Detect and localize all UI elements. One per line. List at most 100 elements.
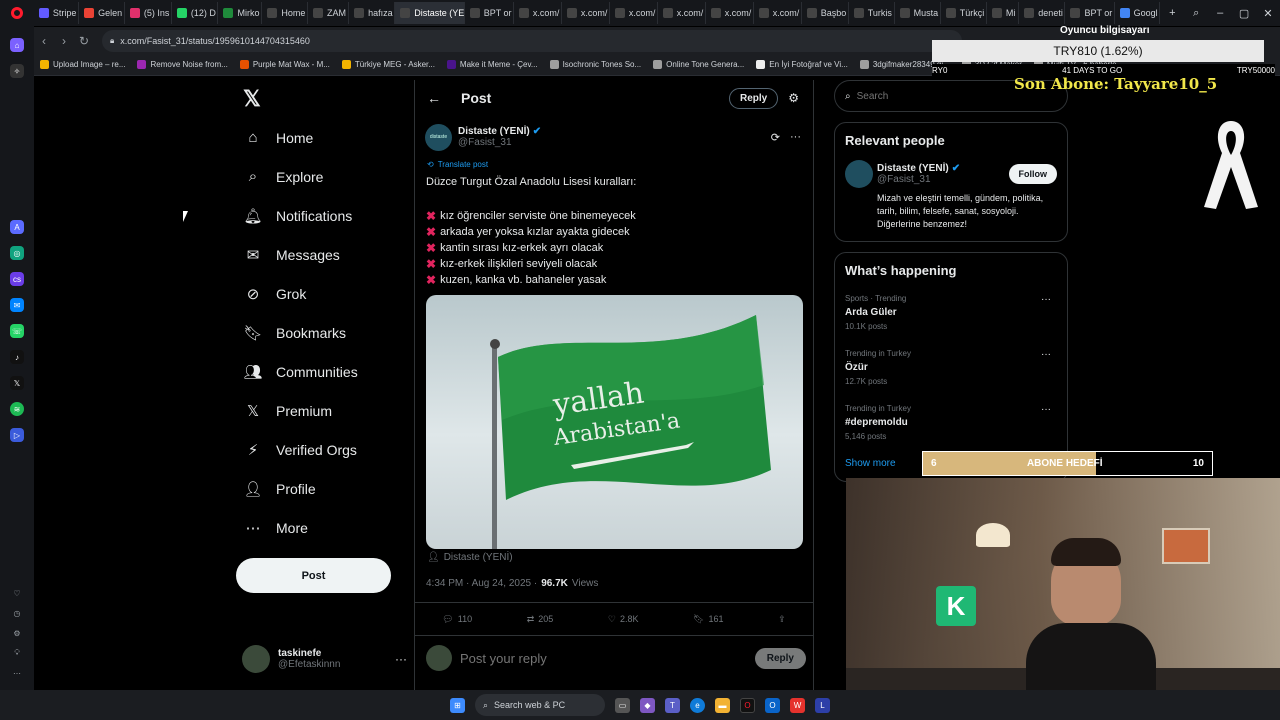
- tiktok-icon[interactable]: ♪: [10, 350, 24, 364]
- forward-icon[interactable]: ›: [54, 34, 74, 48]
- search-input[interactable]: [856, 90, 1037, 102]
- history-icon[interactable]: ◷: [10, 606, 24, 620]
- teams-icon[interactable]: T: [665, 697, 680, 713]
- nav-item-home[interactable]: ⌂ Home: [236, 118, 406, 157]
- home-sidebar-icon[interactable]: ⌂: [10, 38, 24, 52]
- bookmark-item[interactable]: Online Tone Genera...: [647, 60, 750, 69]
- opera-taskbar-icon[interactable]: O: [740, 697, 755, 713]
- bookmark-item[interactable]: Türkiye MEG - Asker...: [336, 60, 441, 69]
- filter-icon[interactable]: ⚙: [788, 91, 799, 105]
- x-logo-icon[interactable]: 𝕏: [243, 86, 261, 112]
- back-icon[interactable]: ‹: [34, 34, 54, 48]
- browser-tab[interactable]: x.com/: [706, 2, 754, 24]
- heart-icon[interactable]: ♡: [10, 586, 24, 600]
- more-dots-icon[interactable]: ⋯: [10, 666, 24, 680]
- browser-tab[interactable]: Stripe: [34, 2, 80, 24]
- browser-tab[interactable]: x.com/: [658, 2, 706, 24]
- browser-tab[interactable]: deneti: [1019, 2, 1066, 24]
- winrar-icon[interactable]: W: [790, 697, 805, 713]
- bookmark-item[interactable]: Make it Meme - Çev...: [441, 60, 544, 69]
- post-more-icon[interactable]: ···: [790, 131, 801, 143]
- lightbulb-icon[interactable]: 💡︎: [10, 646, 24, 660]
- trend-item[interactable]: Sports · Trending Arda Güler 10.1K posts ··…: [845, 294, 1057, 349]
- pinboard-icon[interactable]: ✧: [10, 64, 24, 78]
- settings-icon[interactable]: ⚙: [10, 626, 24, 640]
- follow-button[interactable]: Follow: [1008, 164, 1057, 184]
- trend-more-icon[interactable]: ···: [1041, 349, 1051, 360]
- taskview-icon[interactable]: ▭: [615, 697, 630, 713]
- browser-tab[interactable]: ZAM: [308, 2, 350, 24]
- author-avatar[interactable]: distaste: [425, 123, 452, 151]
- browser-tab[interactable]: Türkçi: [941, 2, 987, 24]
- whatsapp-icon[interactable]: ☏: [10, 324, 24, 338]
- player-icon[interactable]: ▷: [10, 428, 24, 442]
- author-handle[interactable]: @Fasist_31: [458, 137, 771, 148]
- nav-item-grok[interactable]: ⊘ Grok: [236, 274, 406, 313]
- browser-tab[interactable]: Mirko: [218, 2, 263, 24]
- bookmark-item[interactable]: En İyi Fotoğraf ve Vi...: [750, 60, 854, 69]
- aria-icon[interactable]: A: [10, 220, 24, 234]
- post-image[interactable]: yallah Arabistan'a: [426, 295, 803, 549]
- person-avatar[interactable]: [845, 160, 873, 188]
- browser-tab[interactable]: x.com/: [562, 2, 610, 24]
- trend-more-icon[interactable]: ···: [1041, 294, 1051, 305]
- nav-item-messages[interactable]: ✉ Messages: [236, 235, 406, 274]
- start-icon[interactable]: ⊞: [450, 697, 465, 713]
- reload-icon[interactable]: ↻: [74, 34, 94, 48]
- reply-input[interactable]: [460, 650, 755, 666]
- bookmark-item[interactable]: Purple Mat Wax - M...: [234, 60, 336, 69]
- close-window-button[interactable]: ✕: [1256, 7, 1280, 20]
- browser-tab[interactable]: BPT or: [1065, 2, 1115, 24]
- cs-app-icon[interactable]: cs: [10, 272, 24, 286]
- person-name[interactable]: Distaste (YENİ): [877, 163, 949, 174]
- browser-tab[interactable]: x.com/: [754, 2, 802, 24]
- nav-item-explore[interactable]: ⌕ Explore: [236, 157, 406, 196]
- browser-tab[interactable]: (12) D: [172, 2, 219, 24]
- post-button[interactable]: Post: [236, 558, 391, 593]
- messenger-icon[interactable]: ✉: [10, 298, 24, 312]
- account-switcher[interactable]: taskinefe @Efetaskinnn ···: [242, 640, 407, 678]
- minimize-button[interactable]: –: [1208, 7, 1232, 19]
- grok-explain-icon[interactable]: ⟳: [771, 131, 780, 144]
- repost-action[interactable]: ⇄ 205: [527, 614, 554, 625]
- browser-tab[interactable]: Başbo: [802, 2, 849, 24]
- app-l-icon[interactable]: L: [815, 697, 830, 713]
- reply-action[interactable]: 💬︎ 110: [442, 614, 472, 625]
- bookmark-item[interactable]: Upload Image – re...: [34, 60, 131, 69]
- nav-item-bookmarks[interactable]: 🔖︎ Bookmarks: [236, 313, 406, 352]
- file-explorer-icon[interactable]: ▬: [715, 697, 730, 713]
- spotify-icon[interactable]: ≋: [10, 402, 24, 416]
- browser-tab[interactable]: Home: [262, 2, 309, 24]
- browser-tab[interactable]: Mi: [987, 2, 1020, 24]
- author-name[interactable]: Distaste (YENİ): [458, 126, 530, 137]
- trend-item[interactable]: Trending in Turkey Özür 12.7K posts ···: [845, 349, 1057, 404]
- browser-tab[interactable]: Musta: [895, 2, 941, 24]
- like-action[interactable]: ♡ 2.8K: [608, 614, 639, 625]
- browser-tab[interactable]: x.com/: [514, 2, 562, 24]
- nav-item-profile[interactable]: 👤︎ Profile: [236, 469, 406, 508]
- nav-item-notifications[interactable]: 🔔︎ Notifications: [236, 196, 406, 235]
- browser-tab[interactable]: BPT or: [465, 2, 514, 24]
- url-field[interactable]: 🔒︎ x.com/Fasist_31/status/19596101447043…: [102, 29, 962, 52]
- browser-tab[interactable]: Googl: [1115, 2, 1161, 24]
- browser-tab[interactable]: Turkis: [849, 2, 895, 24]
- nav-item-communities[interactable]: 👥︎ Communities: [236, 352, 406, 391]
- trend-more-icon[interactable]: ···: [1041, 404, 1051, 415]
- x-sidebar-icon[interactable]: 𝕏: [10, 376, 24, 390]
- post-timestamp[interactable]: 4:34 PM · Aug 24, 2025 ·: [426, 578, 537, 589]
- taskbar-search[interactable]: ⌕ Search web & PC: [475, 694, 605, 716]
- copilot-icon[interactable]: ◆: [640, 697, 655, 713]
- show-more-link[interactable]: Show more: [845, 458, 896, 469]
- edge-icon[interactable]: e: [690, 697, 705, 713]
- browser-tab[interactable]: Gelen: [79, 2, 125, 24]
- maximize-button[interactable]: ▢: [1232, 7, 1256, 20]
- share-icon[interactable]: ⇪: [778, 614, 786, 625]
- nav-item-premium[interactable]: 𝕏 Premium: [236, 391, 406, 430]
- bookmark-item[interactable]: Isochronic Tones So...: [544, 60, 648, 69]
- new-tab-button[interactable]: +: [1160, 7, 1184, 19]
- account-more-icon[interactable]: ···: [395, 652, 407, 666]
- header-reply-button[interactable]: Reply: [729, 87, 779, 109]
- opera-logo-icon[interactable]: [0, 7, 34, 19]
- outlook-icon[interactable]: O: [765, 697, 780, 713]
- nav-item-verified-orgs[interactable]: ⚡︎ Verified Orgs: [236, 430, 406, 469]
